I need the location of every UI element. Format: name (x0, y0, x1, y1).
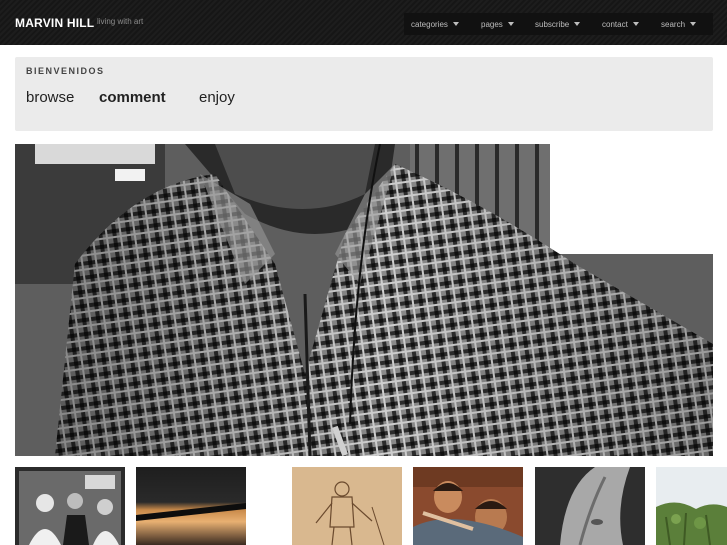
chevron-down-icon (574, 22, 581, 26)
thumbnail-sunset[interactable] (136, 467, 246, 545)
comment-link[interactable]: comment (99, 89, 166, 106)
nav-subscribe-label: subscribe (535, 19, 570, 29)
welcome-panel: BIENVENIDOS browse comment enjoy (15, 57, 713, 131)
nav-contact-label: contact (602, 19, 628, 29)
thumbnail-painting[interactable] (413, 467, 523, 545)
top-bar: MARVIN HILL living with art categories p… (0, 0, 727, 45)
nav-pages[interactable]: pages (481, 13, 514, 35)
main-nav: categories pages subscribe contact searc… (404, 13, 713, 35)
chevron-down-icon (632, 22, 639, 26)
nav-search[interactable]: search (661, 13, 697, 35)
site-title[interactable]: MARVIN HILL (15, 16, 94, 30)
chevron-down-icon (690, 22, 697, 26)
site-tagline: living with art (97, 17, 144, 26)
browse-link[interactable]: browse (26, 89, 74, 106)
chevron-down-icon (452, 22, 459, 26)
thumbnail-garden[interactable] (656, 467, 727, 545)
nav-categories-label: categories (411, 19, 448, 29)
thumbnail-sketch[interactable] (292, 467, 402, 545)
chevron-down-icon (507, 22, 514, 26)
enjoy-link[interactable]: enjoy (199, 89, 235, 106)
nav-contact[interactable]: contact (602, 13, 639, 35)
nav-pages-label: pages (481, 19, 503, 29)
nav-categories[interactable]: categories (411, 13, 459, 35)
nav-subscribe[interactable]: subscribe (535, 13, 581, 35)
thumbnail-wedding-photo[interactable] (15, 467, 125, 545)
featured-image[interactable] (15, 144, 713, 456)
thumbnail-torso[interactable] (535, 467, 645, 545)
welcome-title: BIENVENIDOS (26, 66, 105, 76)
nav-search-label: search (661, 19, 686, 29)
